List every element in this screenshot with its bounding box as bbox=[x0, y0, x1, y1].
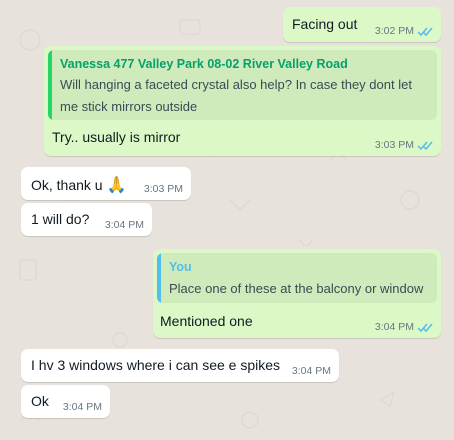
quote-text-line-1: Will hanging a faceted crystal also help… bbox=[60, 77, 412, 92]
incoming-message[interactable]: I hv 3 windows where i can see e spikes … bbox=[21, 349, 339, 382]
quote-author: Vanessa 477 Valley Park 08-02 River Vall… bbox=[60, 57, 348, 71]
quoted-message[interactable]: Vanessa 477 Valley Park 08-02 River Vall… bbox=[48, 50, 437, 120]
message-time: 3:03 PM bbox=[374, 139, 414, 151]
chat-message-list[interactable]: Facing out 3:02 PM Vanessa 477 Valley Pa… bbox=[0, 0, 454, 440]
message-meta: 3:04 PM bbox=[375, 321, 433, 333]
message-text: Mentioned one bbox=[160, 313, 253, 329]
message-text: I hv 3 windows where i can see e spikes bbox=[31, 357, 281, 373]
quote-text-line-1: Place one of these at the balcony or win… bbox=[169, 281, 424, 296]
message-meta: 3:03 PM bbox=[375, 139, 433, 151]
double-check-read-icon bbox=[417, 27, 433, 36]
quote-author: You bbox=[169, 260, 192, 274]
message-text: Try.. usually is mirror bbox=[52, 129, 181, 145]
quoted-message[interactable]: You Place one of these at the balcony or… bbox=[157, 253, 437, 303]
incoming-message[interactable]: Ok, thank u 🙏 3:03 PM bbox=[21, 167, 191, 200]
quote-accent-bar bbox=[157, 253, 161, 303]
message-text: Facing out bbox=[292, 16, 358, 32]
message-time: 3:04 PM bbox=[104, 219, 144, 231]
incoming-message[interactable]: Ok 3:04 PM bbox=[21, 385, 110, 418]
message-meta: 3:04 PM bbox=[292, 365, 331, 377]
outgoing-message[interactable]: Facing out 3:02 PM bbox=[283, 7, 441, 42]
double-check-read-icon bbox=[417, 323, 433, 332]
message-text: Ok, thank u 🙏 bbox=[31, 177, 127, 194]
message-meta: 3:02 PM bbox=[375, 25, 433, 37]
message-time: 3:04 PM bbox=[374, 321, 414, 333]
double-check-read-icon bbox=[417, 141, 433, 150]
message-time: 3:02 PM bbox=[374, 25, 414, 37]
incoming-message[interactable]: 1 will do? 3:04 PM bbox=[21, 203, 152, 236]
outgoing-message[interactable]: You Place one of these at the balcony or… bbox=[153, 249, 441, 338]
folded-hands-emoji: 🙏 bbox=[106, 177, 127, 194]
message-text: Ok bbox=[31, 393, 49, 409]
outgoing-message[interactable]: Vanessa 477 Valley Park 08-02 River Vall… bbox=[44, 46, 441, 156]
message-meta: 3:03 PM bbox=[144, 183, 183, 195]
message-meta: 3:04 PM bbox=[105, 219, 144, 231]
message-time: 3:04 PM bbox=[62, 401, 102, 413]
message-time: 3:03 PM bbox=[143, 183, 183, 195]
quote-text-line-2: me stick mirrors outside bbox=[60, 99, 198, 114]
quote-accent-bar bbox=[48, 50, 52, 120]
message-text: 1 will do? bbox=[31, 211, 90, 227]
message-time: 3:04 PM bbox=[291, 365, 331, 377]
message-meta: 3:04 PM bbox=[63, 401, 102, 413]
